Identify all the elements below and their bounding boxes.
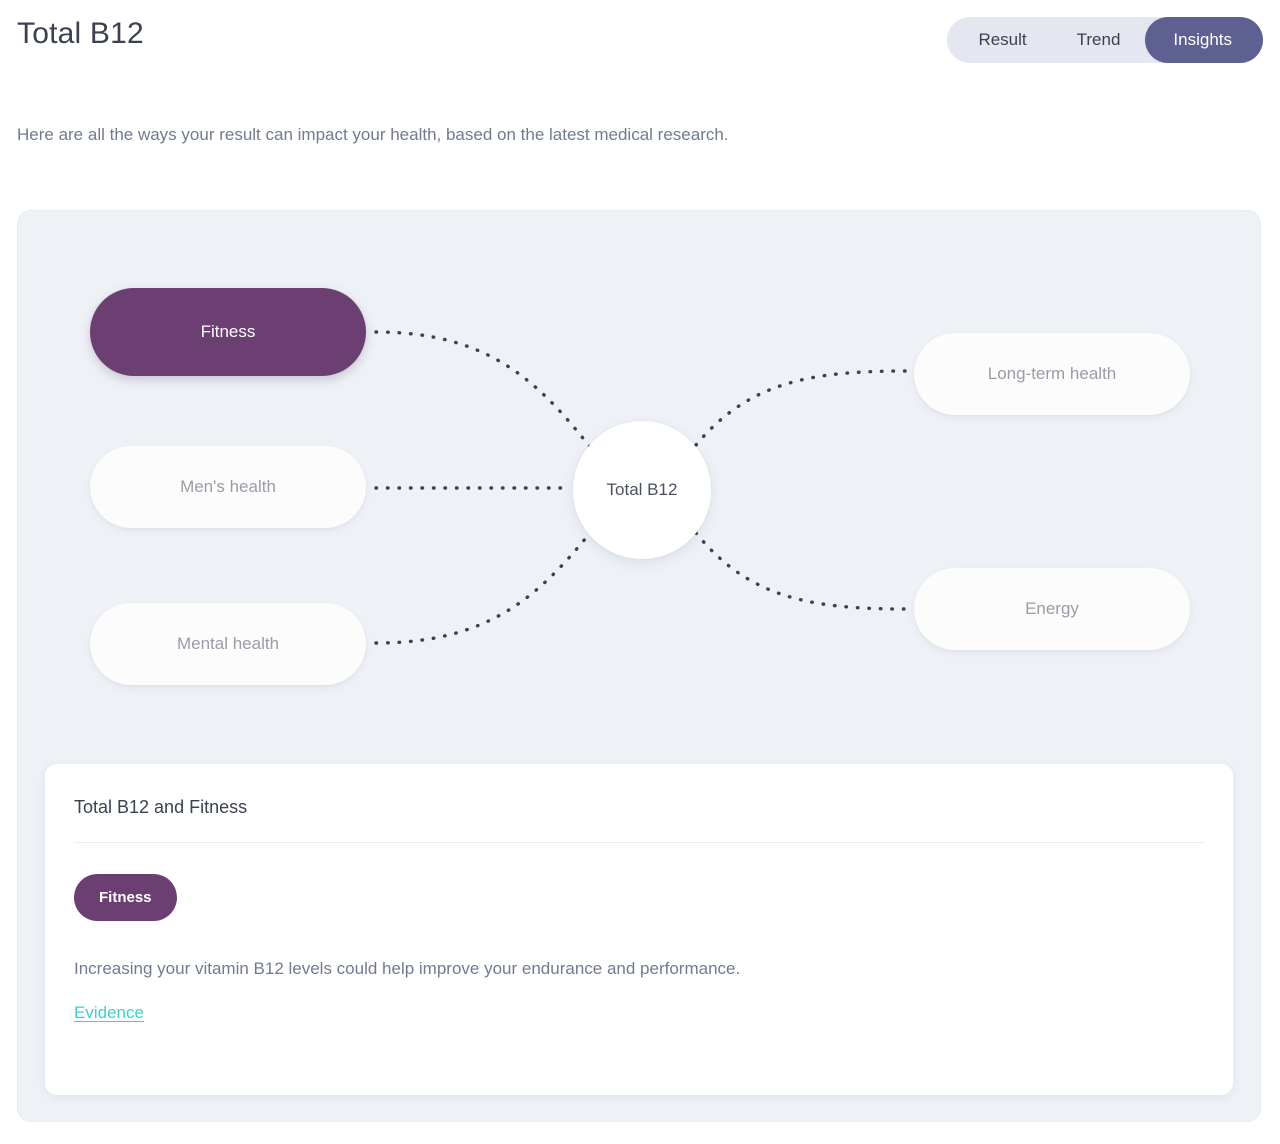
diagram-node-label: Total B12 [606, 480, 678, 499]
detail-card-title: Total B12 and Fitness [74, 797, 248, 817]
diagram-node-label: Fitness [200, 322, 256, 341]
connector-fitness [374, 330, 592, 449]
evidence-link[interactable]: Evidence [74, 1003, 144, 1023]
detail-card-body: Increasing your vitamin B12 levels could… [74, 959, 741, 978]
connector-mental-health [374, 531, 592, 645]
detail-category-badge[interactable]: Fitness [74, 874, 177, 921]
diagram-node-mental-health[interactable]: Mental health [90, 603, 366, 685]
diagram-node-mens-health[interactable]: Men's health [90, 446, 366, 528]
intro-description: Here are all the ways your result can im… [17, 125, 729, 144]
diagram-node-label: Men's health [180, 477, 276, 496]
page-header: Total B12 Result Trend Insights [0, 0, 1280, 76]
insight-relationship-diagram: Fitness Men's health Mental health Total… [18, 211, 1260, 756]
diagram-node-fitness[interactable]: Fitness [90, 288, 366, 376]
connector-long-term-health [694, 369, 908, 447]
diagram-node-label: Energy [1025, 599, 1079, 618]
connector-energy [694, 531, 908, 611]
detail-card-divider [74, 842, 1205, 843]
diagram-node-center-total-b12[interactable]: Total B12 [573, 421, 711, 559]
diagram-node-energy[interactable]: Energy [914, 568, 1190, 650]
insight-detail-card: Total B12 and Fitness Fitness Increasing… [45, 764, 1233, 1095]
view-tab-group: Result Trend Insights [947, 17, 1263, 63]
diagram-node-label: Mental health [176, 634, 280, 653]
page-title: Total B12 [17, 17, 144, 50]
tab-trend[interactable]: Trend [1052, 17, 1146, 63]
tab-insights[interactable]: Insights [1145, 17, 1263, 63]
diagram-node-label: Long-term health [987, 364, 1117, 383]
insights-panel: Fitness Men's health Mental health Total… [17, 210, 1261, 1122]
diagram-node-long-term-health[interactable]: Long-term health [914, 333, 1190, 415]
tab-result[interactable]: Result [947, 17, 1051, 63]
